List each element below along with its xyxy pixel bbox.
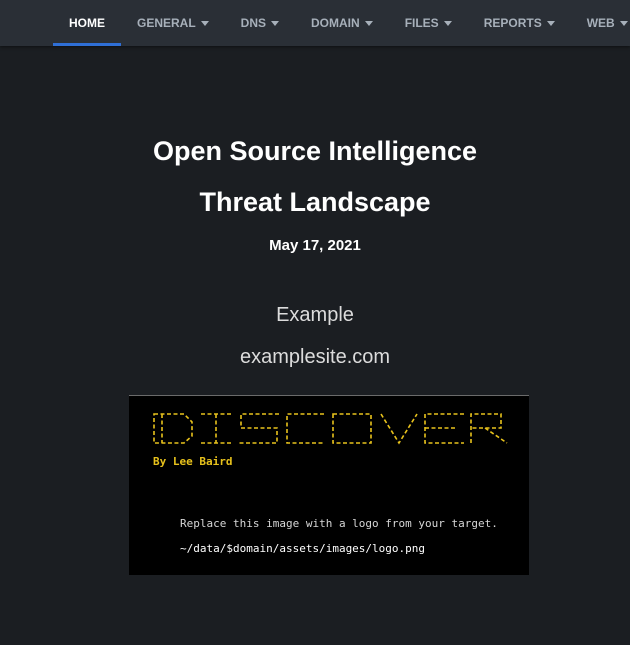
- nav-dns-label: DNS: [240, 16, 267, 30]
- discover-wordmark-logo: [153, 413, 508, 445]
- logo-byline: By Lee Baird: [153, 455, 233, 468]
- nav-home[interactable]: HOME: [53, 0, 121, 46]
- caret-down-icon: [364, 20, 373, 26]
- logo-replace-note: Replace this image with a logo from your…: [180, 517, 498, 530]
- caret-down-icon: [443, 20, 452, 26]
- nav-files-dropdown[interactable]: FILES: [389, 0, 468, 46]
- nav-dns-dropdown[interactable]: DNS: [225, 0, 295, 46]
- nav-web-dropdown[interactable]: WEB: [571, 0, 630, 46]
- nav-reports-label: REPORTS: [483, 16, 542, 30]
- nav-domain-dropdown[interactable]: DOMAIN: [295, 0, 389, 46]
- nav-home-label: HOME: [69, 16, 105, 30]
- caret-down-icon: [546, 20, 555, 26]
- top-navbar: HOME GENERAL DNS DOMAIN FILES REPORTS WE…: [0, 0, 630, 46]
- logo-path: ~/data/$domain/assets/images/logo.png: [180, 542, 426, 555]
- caret-down-icon: [619, 20, 628, 26]
- nav-general-dropdown[interactable]: GENERAL: [121, 0, 225, 46]
- nav-general-label: GENERAL: [137, 16, 196, 30]
- nav-reports-dropdown[interactable]: REPORTS: [468, 0, 571, 46]
- target-company: Example: [276, 304, 354, 326]
- nav-domain-label: DOMAIN: [311, 16, 360, 30]
- nav-web-label: WEB: [586, 16, 615, 30]
- report-date: May 17, 2021: [269, 237, 361, 254]
- nav-files-label: FILES: [404, 16, 439, 30]
- caret-down-icon: [200, 20, 209, 26]
- report-title-line1: Open Source Intelligence: [152, 136, 478, 166]
- nav-menu: HOME GENERAL DNS DOMAIN FILES REPORTS WE…: [53, 0, 630, 46]
- target-logo-image: By Lee Baird Replace this image with a l…: [129, 395, 529, 575]
- target-domain: examplesite.com: [239, 346, 391, 368]
- report-title-line2: Threat Landscape: [199, 187, 431, 217]
- caret-down-icon: [271, 20, 280, 26]
